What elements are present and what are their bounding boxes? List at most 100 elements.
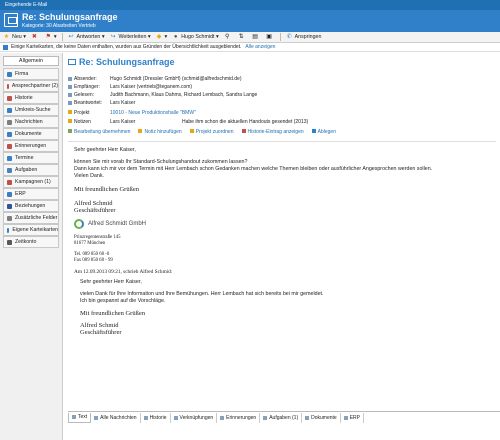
tab-icon [343, 415, 348, 420]
user-label: Hugo Schmidt [181, 34, 215, 40]
show-all-link[interactable]: Alle anzeigen [245, 44, 275, 50]
bottom-tab-label: Historie [149, 414, 167, 421]
action-label: Ablegen [317, 129, 336, 135]
sidebar-item[interactable]: Historie [3, 92, 59, 104]
sidebar-item-label: Nachrichten [15, 119, 43, 125]
sidebar-item[interactable]: Aufgaben [3, 164, 59, 176]
sidebar-item-label: Eigene Karteikarten [12, 227, 58, 233]
flag-button[interactable]: ⚑ ▾ [45, 34, 57, 41]
mail-body[interactable]: Sehr geehrter Herr Kaiser, können Sie mi… [68, 141, 496, 411]
tab-general[interactable]: Allgemein [3, 56, 59, 66]
sidebar-item[interactable]: ERP [3, 188, 59, 200]
user-select[interactable]: ● Hugo Schmidt ▾ [172, 34, 219, 41]
sidebar-item[interactable]: Nachrichten [3, 116, 59, 128]
quote-regards: Mit freundlichen Grüßen [80, 310, 145, 317]
sidebar-item[interactable]: Erinnerungen [3, 140, 59, 152]
notes-label: Notizen [74, 119, 91, 125]
bottom-tab-label: Verknüpfungen [179, 414, 214, 421]
chevron-down-icon: ▾ [146, 34, 151, 40]
sidebar-item-icon [7, 131, 12, 137]
sidebar-item-icon [7, 167, 12, 173]
print-button[interactable]: ▤ [252, 34, 261, 41]
sidebar-item[interactable]: Kampagnen (1) [3, 176, 59, 188]
chevron-down-icon: ▾ [21, 34, 26, 40]
sidebar-item-icon [7, 143, 12, 149]
bottom-tab[interactable]: Text [68, 412, 92, 423]
sidebar-item[interactable]: Eigene Karteikarten [3, 224, 59, 236]
edit-icon [68, 129, 72, 133]
sidebar-item-icon [7, 227, 10, 233]
mail-content: Re: Schulungsanfrage Absender: Hugo Schmi… [64, 53, 500, 440]
note-icon [138, 129, 143, 133]
bottom-tab[interactable]: ERP [341, 412, 364, 423]
sidebar-item[interactable]: Ansprechpartner (2) [3, 80, 59, 92]
tab-icon [220, 415, 225, 420]
read-label: Gelesen: [74, 92, 95, 98]
new-button[interactable]: ★ Neu ▾ [3, 34, 26, 41]
sort-button[interactable]: ⇅ [238, 34, 247, 41]
sidebar-item-icon [7, 191, 12, 197]
bottom-tab[interactable]: Alle Nachrichten [91, 412, 141, 423]
bottom-tab[interactable]: Dokumente [302, 412, 341, 423]
project-link[interactable]: 10010 - Neue Produktionshalle "BMW" [110, 110, 196, 116]
call-button[interactable]: ✆ Anspringen [286, 34, 322, 41]
delete-icon: ✖ [31, 33, 37, 40]
action-links: Bearbeitung übernehmen Notiz hinzufügen … [68, 129, 344, 135]
chevron-down-icon: ▾ [214, 34, 219, 40]
sidebar-item[interactable]: Umkreis-Suche [3, 104, 59, 116]
window-title: Eingehende E-Mail [5, 2, 48, 8]
sidebar-item[interactable]: Dokumente [3, 128, 59, 140]
bottom-tab-label: Dokumente [311, 414, 337, 421]
reply-button[interactable]: ↩ Antworten ▾ [68, 34, 105, 41]
header-subtitle: Kategorie: 30 Abarbeiten Vertrieb [22, 23, 96, 29]
sidebar-item-label: Historie [15, 95, 33, 101]
take-over-link[interactable]: Bearbeitung übernehmen [68, 129, 130, 135]
to-value[interactable]: Lars Kaiser (vertrieb@teganem.com) [110, 84, 192, 90]
sidebar-item[interactable]: Firma [3, 68, 59, 80]
sidebar-item[interactable]: Zeitkonto [3, 236, 59, 248]
from-value[interactable]: Hugo Schmidt (Dressler GmbH) (schmid@alf… [110, 76, 242, 82]
bottom-tab-label: Erinnerungen [226, 414, 257, 421]
sidebar-item-label: Zusätzliche Felder [15, 215, 58, 221]
sidebar-item[interactable]: Beziehungen [3, 200, 59, 212]
save-button[interactable]: ▣ [266, 34, 275, 41]
forward-button[interactable]: ↪ Weiterleiten ▾ [110, 34, 151, 41]
signature-name: Alfred Schmid [74, 200, 113, 207]
logo-text: Alfred Schmidt GmbH [88, 221, 147, 227]
bottom-tab-label: Aufgaben (1) [269, 414, 299, 421]
attachment-button[interactable]: ⚲ [224, 34, 233, 41]
eye-icon [68, 93, 72, 97]
history-icon [241, 129, 246, 133]
from-label: Absender: [74, 76, 97, 82]
sidebar-item-icon [7, 203, 12, 209]
info-text: Einige Karteikarten, die keine Daten ent… [11, 44, 242, 50]
tag-button[interactable]: ◆ ▾ [156, 34, 167, 41]
add-note-link[interactable]: Notiz hinzufügen [138, 129, 182, 135]
archive-link[interactable]: Ablegen [311, 129, 336, 135]
bottom-tab-label: Text [78, 414, 88, 420]
sidebar-item-label: Umkreis-Suche [15, 107, 51, 113]
sidebar: Allgemein Firma Ansprechpartner (2) Histor… [0, 53, 63, 440]
header-title: Re: Schulungsanfrage [22, 12, 118, 22]
bottom-tab[interactable]: Verknüpfungen [171, 412, 218, 423]
sidebar-item[interactable]: Zusätzliche Felder [3, 212, 59, 224]
email-tile-icon [4, 13, 18, 27]
project-label: Projekt [74, 110, 90, 116]
action-label: Notiz hinzufügen [144, 129, 182, 135]
to-row: Empfänger: Lars Kaiser (vertrieb@teganem.… [68, 83, 257, 91]
quote-line: Ich bin gespannt auf die Vorschläge. [80, 298, 166, 304]
forward-icon: ↪ [110, 33, 116, 40]
sidebar-item-label: Firma [15, 71, 29, 77]
mail-title: Re: Schulungsanfrage [68, 57, 175, 67]
logo-ring-icon [74, 219, 84, 229]
bottom-tab-label: ERP [349, 414, 360, 421]
show-history-link[interactable]: Historie-Eintrag anzeigen [241, 129, 304, 135]
sidebar-item[interactable]: Termine [3, 152, 59, 164]
window-titlebar: Eingehende E-Mail [0, 0, 500, 10]
sidebar-item-icon [7, 95, 12, 101]
bottom-tab[interactable]: Historie [141, 412, 171, 423]
assign-project-link[interactable]: Projekt zuordnen [189, 129, 234, 135]
bottom-tab[interactable]: Aufgaben (1) [260, 412, 303, 423]
bottom-tab[interactable]: Erinnerungen [217, 412, 261, 423]
delete-button[interactable]: ✖ [31, 34, 40, 41]
